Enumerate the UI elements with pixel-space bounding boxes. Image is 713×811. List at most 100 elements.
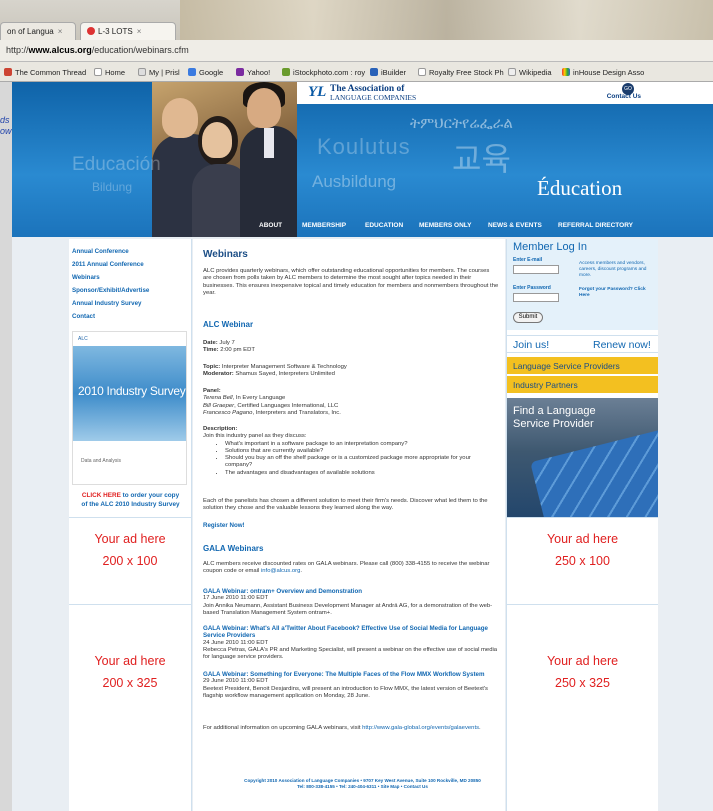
find-provider-text: Find a Language Service Provider <box>513 405 596 430</box>
gala-webinars-heading: GALA Webinars <box>203 544 264 553</box>
gala-item-title[interactable]: GALA Webinar: Something for Everyone: Th… <box>203 671 499 678</box>
footer-links[interactable]: Tel: 800-338-4155 • Tel: 240-404-6311 • … <box>12 784 713 790</box>
survey-title: 2010 Industry Survey <box>78 384 186 398</box>
ad-slot-250x100[interactable]: Your ad here 250 x 100 <box>507 517 658 604</box>
logo-mark: YL <box>308 84 327 100</box>
header-tagline: Éducation <box>537 176 623 200</box>
bookmark-item[interactable]: Yahoo! <box>236 68 270 77</box>
ibuilder-icon <box>370 68 378 76</box>
join-us-link[interactable]: Join us! <box>513 339 549 351</box>
address-bar[interactable]: http://www.alcus.org/education/webinars.… <box>0 40 713 62</box>
panelist: Terena Bell, In Every Language <box>203 395 286 402</box>
header-watermark: Koulutus <box>317 134 411 159</box>
bookmark-item[interactable]: iStockphoto.com : roy <box>282 68 365 77</box>
order-survey-link[interactable]: CLICK HERE to order your copy of the ALC… <box>72 491 189 509</box>
tab-title: on of Langua <box>7 27 54 36</box>
webinar-date: Date: July 7 <box>203 340 235 346</box>
password-field[interactable] <box>513 293 559 302</box>
background-window: ds ow <box>0 82 12 811</box>
nav-education[interactable]: EDUCATION <box>365 222 403 229</box>
istock-icon <box>282 68 290 76</box>
lsp-button[interactable]: Language Service Providers <box>507 357 658 375</box>
browser-window: on of Langua × L-3 LOTS × http://www.alcus… <box>0 0 713 811</box>
right-sidebar: Member Log In Enter E-mail Enter Passwor… <box>506 239 658 811</box>
google-icon <box>188 68 196 76</box>
submit-button[interactable]: Submit <box>513 312 543 323</box>
panelist: Francesco Pagano, Interpreters and Trans… <box>203 409 341 416</box>
background-text: ow <box>0 126 12 136</box>
nav-members-only[interactable]: MEMBERS ONLY <box>419 222 472 229</box>
browser-tab[interactable]: on of Langua × <box>0 22 76 40</box>
url-host: www.alcus.org <box>28 45 92 55</box>
nav-referral-directory[interactable]: REFERRAL DIRECTORY <box>558 222 633 229</box>
wikipedia-icon <box>508 68 516 76</box>
main-content: Webinars ALC provides quarterly webinars… <box>193 239 505 811</box>
webinar-moderator: Moderator: Shamus Sayed, Interpreters Un… <box>203 371 335 378</box>
tab-bar: on of Langua × L-3 LOTS × <box>0 0 713 40</box>
bookmark-item[interactable]: My | Prisl <box>138 68 180 77</box>
gala-intro: ALC members receive discounted rates on … <box>203 561 490 575</box>
sidebar-link-sponsor[interactable]: Sponsor/Exhibit/Advertise <box>72 287 149 294</box>
join-renew-row: Join us! Renew now! <box>507 335 658 353</box>
bookmark-item[interactable]: Home <box>94 68 125 77</box>
gala-item-title[interactable]: GALA Webinar: What's All a'Twitter About… <box>203 625 499 640</box>
sidebar-link-annual-conference[interactable]: Annual Conference <box>72 248 129 255</box>
forgot-password-link[interactable]: Forgot your Password? Click Here <box>579 287 654 299</box>
bookmark-item[interactable]: Wikipedia <box>508 68 552 77</box>
nav-membership[interactable]: MEMBERSHIP <box>302 222 346 229</box>
gala-events-link[interactable]: http://www.gala-global.org/events/galaev… <box>362 725 479 731</box>
contact-us-link[interactable]: Contact Us <box>607 93 641 100</box>
gala-item: GALA Webinar: ontram+ Overview and Demon… <box>203 588 499 617</box>
browser-tab-active[interactable]: L-3 LOTS × <box>80 22 176 40</box>
tab-title: L-3 LOTS <box>98 27 133 36</box>
gala-item: GALA Webinar: What's All a'Twitter About… <box>203 625 499 661</box>
industry-partners-button[interactable]: Industry Partners <box>507 376 658 394</box>
intro-text: ALC provides quarterly webinars, which o… <box>203 268 499 296</box>
sidebar-link-webinars[interactable]: Webinars <box>72 274 100 281</box>
renew-now-link[interactable]: Renew now! <box>593 339 651 351</box>
nav-about[interactable]: ABOUT <box>259 222 282 229</box>
tab-strip-background <box>180 0 713 40</box>
bookmark-icon <box>4 68 12 76</box>
gala-item-title[interactable]: GALA Webinar: ontram+ Overview and Demon… <box>203 588 499 595</box>
list-item: What's important in a software package t… <box>225 441 499 448</box>
close-icon[interactable]: × <box>58 27 63 36</box>
find-provider-banner[interactable]: Find a Language Service Provider <box>507 398 658 517</box>
url-scheme: http:// <box>6 45 29 55</box>
login-title: Member Log In <box>513 241 587 253</box>
ad-slot-200x100[interactable]: Your ad here 200 x 100 <box>69 517 191 604</box>
header-watermark: 교육 <box>452 141 511 177</box>
survey-subtitle: Data and Analysis <box>81 458 122 464</box>
bookmarks-bar: The Common Thread Home My | Prisl Google… <box>0 62 713 82</box>
sidebar-link-2011-conference[interactable]: 2011 Annual Conference <box>72 261 144 268</box>
industry-survey-cover[interactable]: ALC 2010 Industry Survey Data and Analys… <box>73 332 186 484</box>
bookmark-item[interactable]: inHouse Design Asso <box>562 68 644 77</box>
gala-item-date: 17 June 2010 11:00 EDT <box>203 595 269 602</box>
site-footer: Copyright 2010 Association of Language C… <box>12 778 713 790</box>
nav-news-events[interactable]: NEWS & EVENTS <box>488 222 542 229</box>
header-watermark: Educación <box>72 154 161 175</box>
bookmark-item[interactable]: Royalty Free Stock Ph <box>418 68 504 77</box>
register-now-link[interactable]: Register Now! <box>203 522 499 529</box>
description-label: Description: <box>203 426 238 432</box>
header-watermark: ትምህርትየሬፌራል <box>410 115 513 132</box>
keyboard-image <box>530 428 658 517</box>
gala-item: GALA Webinar: Something for Everyone: Th… <box>203 671 499 700</box>
bookmark-item[interactable]: The Common Thread <box>4 68 86 77</box>
sidebar-link-industry-survey[interactable]: Annual Industry Survey <box>72 300 141 307</box>
sidebar-link-contact[interactable]: Contact <box>72 313 95 320</box>
bookmark-item[interactable]: Google <box>188 68 223 77</box>
email-link[interactable]: info@alcus.org <box>261 568 300 574</box>
panel-label: Panel: <box>203 388 221 394</box>
close-icon[interactable]: × <box>137 27 142 36</box>
gala-item-body: Rebecca Petras, GALA's PR and Marketing … <box>203 646 498 661</box>
list-item: Solutions that are currently available? <box>225 448 499 455</box>
page-icon <box>94 68 102 76</box>
main-nav: ABOUT MEMBERSHIP EDUCATION MEMBERS ONLY … <box>12 220 713 234</box>
bookmark-item[interactable]: iBuilder <box>370 68 406 77</box>
email-field[interactable] <box>513 265 559 274</box>
page-icon <box>418 68 426 76</box>
survey-brand: ALC <box>78 336 88 342</box>
email-label: Enter E-mail <box>513 257 543 263</box>
webinar-topic: Topic: Interpreter Management Software &… <box>203 364 347 370</box>
